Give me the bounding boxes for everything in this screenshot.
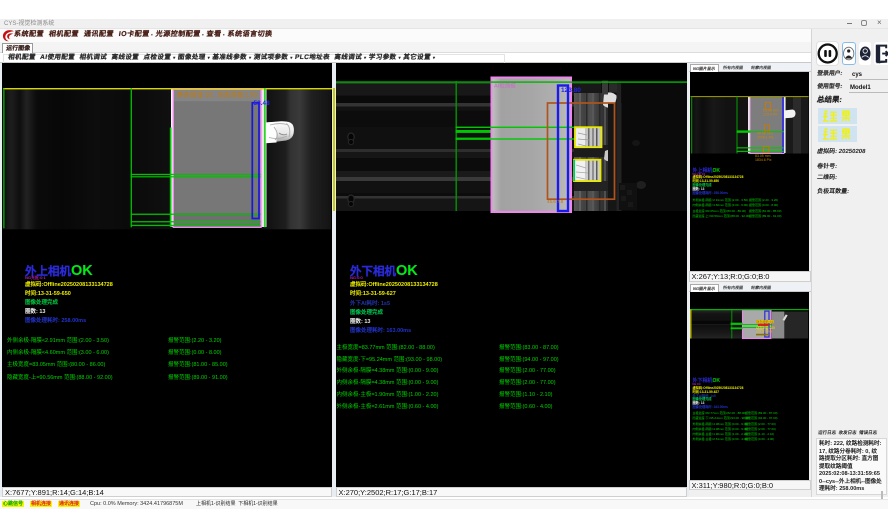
svg-text:1834.6 Pix: 1834.6 Pix [755,158,772,162]
svg-text:静态阈值:93: 静态阈值:93 [756,319,773,324]
svg-text:静态阈值:93, 动态阈值:100: 静态阈值:93, 动态阈值:100 [177,91,258,99]
svg-text:2048.1 Pix: 2048.1 Pix [757,136,774,140]
svg-text:53.48: 53.48 [254,100,271,107]
svg-text:123.80 mm: 123.80 mm [756,329,772,333]
svg-text:123.4 Pix: 123.4 Pix [763,113,778,117]
svg-text:AI检测框: AI检测框 [494,82,516,90]
svg-text:45.6 7.8: 45.6 7.8 [547,199,564,204]
svg-text:123.80: 123.80 [561,87,581,94]
